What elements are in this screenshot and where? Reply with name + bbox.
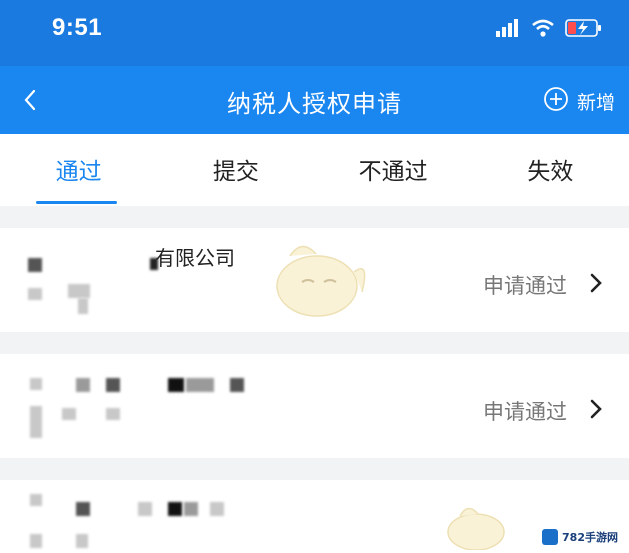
redacted-text <box>30 406 42 438</box>
redacted-text <box>168 502 182 516</box>
status-bar: 9:51 <box>0 0 629 66</box>
redacted-text <box>76 378 90 392</box>
redacted-text <box>68 284 90 298</box>
tab-expired[interactable]: 失效 <box>472 134 629 206</box>
wifi-icon <box>531 18 555 42</box>
tab-approved[interactable]: 通过 <box>0 134 157 206</box>
redacted-text <box>230 378 244 392</box>
signal-bars-icon <box>495 18 521 42</box>
watermark-text: 782手游网 <box>562 531 618 544</box>
status-label: 申请通过 <box>483 400 567 424</box>
watermark-badge: 782手游网 <box>537 527 623 547</box>
company-name: 有限公司 <box>155 246 235 270</box>
list-item[interactable] <box>0 480 629 553</box>
redacted-text <box>30 534 42 548</box>
watermark-mascot-image <box>262 234 372 328</box>
redacted-text <box>62 408 76 420</box>
list-item[interactable]: 申请通过 <box>0 354 629 458</box>
tab-submitted[interactable]: 提交 <box>157 134 314 206</box>
redacted-text <box>106 378 120 392</box>
redacted-text <box>106 408 120 420</box>
tab-rejected[interactable]: 不通过 <box>315 134 472 206</box>
redacted-text <box>184 502 198 516</box>
redacted-text <box>76 502 90 516</box>
plus-circle-icon <box>543 86 569 117</box>
redacted-text <box>138 502 152 516</box>
watermark-mascot-image <box>440 500 520 553</box>
page-title: 纳税人授权申请 <box>227 90 402 118</box>
chevron-right-icon <box>585 397 607 421</box>
redacted-text <box>30 378 42 390</box>
redacted-text <box>28 288 42 300</box>
redacted-text <box>168 378 184 392</box>
add-button-label: 新增 <box>576 92 615 114</box>
redacted-text <box>210 502 224 516</box>
battery-charging-icon <box>565 18 603 42</box>
nav-bar: 纳税人授权申请 新增 <box>0 66 629 134</box>
status-icons <box>495 18 603 42</box>
redacted-text <box>76 534 88 548</box>
status-label: 申请通过 <box>483 274 567 298</box>
tab-bar: 通过 提交 不通过 失效 <box>0 134 629 206</box>
redacted-text <box>186 378 214 392</box>
watermark-logo-icon <box>542 529 559 545</box>
redacted-text <box>28 258 42 272</box>
status-time: 9:51 <box>52 14 103 41</box>
redacted-text <box>30 494 42 506</box>
add-button[interactable]: 新增 <box>543 86 615 117</box>
chevron-right-icon <box>585 271 607 295</box>
redacted-text <box>78 298 88 314</box>
